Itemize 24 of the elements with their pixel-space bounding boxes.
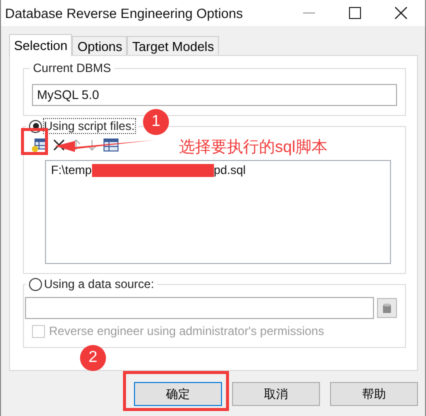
dialog-button[interactable]: 帮助 — [330, 382, 418, 406]
database-icon — [382, 302, 392, 314]
tab[interactable]: Target Models — [127, 36, 219, 55]
dialog-button[interactable]: 确定 — [134, 382, 222, 406]
annotation-text: 选择要执行的sql脚本 — [179, 138, 328, 158]
radio-option[interactable]: Using script files: — [26, 119, 138, 133]
table-icon[interactable] — [103, 138, 119, 152]
data-source-field[interactable] — [25, 297, 374, 319]
tab[interactable]: Selection — [9, 34, 72, 56]
radio-button[interactable] — [29, 278, 42, 290]
browse-button[interactable] — [377, 298, 397, 318]
move-down-icon[interactable] — [87, 139, 97, 151]
radio-option[interactable]: Using a data source: — [26, 277, 158, 291]
dbms-field[interactable]: MySQL 5.0 — [32, 84, 397, 106]
delete-icon[interactable] — [53, 139, 65, 151]
close-icon[interactable] — [395, 7, 407, 19]
maximize-icon[interactable] — [349, 7, 361, 19]
file-path[interactable]: F:\temp — [51, 163, 92, 177]
add-file-icon[interactable] — [31, 137, 47, 153]
window-title: Database Reverse Engineering Options — [5, 6, 243, 20]
group-label: Current DBMS — [30, 61, 114, 75]
dialog-button[interactable]: 取消 — [232, 382, 320, 406]
file-path[interactable]: pd.sql — [214, 163, 246, 177]
tab[interactable]: Options — [72, 36, 128, 55]
